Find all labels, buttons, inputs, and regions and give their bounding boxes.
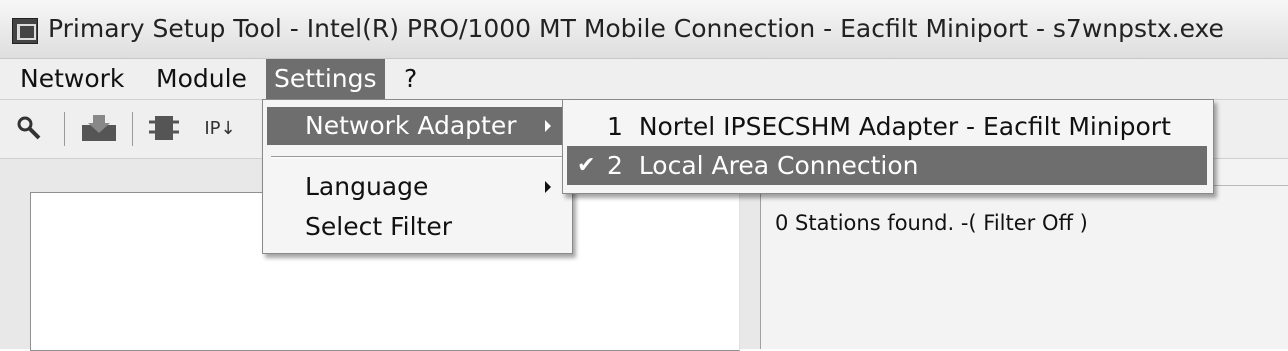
- menu-module[interactable]: Module: [148, 59, 255, 99]
- title-bar: Primary Setup Tool - Intel(R) PRO/1000 M…: [0, 0, 1288, 59]
- menu-network[interactable]: Network: [12, 59, 132, 99]
- adapter-label: Local Area Connection: [638, 151, 919, 180]
- adapter-item-2[interactable]: ✔ 2 Local Area Connection: [567, 146, 1207, 185]
- menu-help[interactable]: ?: [396, 59, 425, 99]
- ip-icon[interactable]: IP↓: [200, 113, 240, 143]
- submenu-arrow-icon: [545, 181, 551, 193]
- menu-settings[interactable]: Settings: [266, 59, 385, 99]
- submenu-arrow-icon: [545, 120, 551, 132]
- search-icon[interactable]: [14, 113, 44, 143]
- menu-item-label: Select Filter: [305, 212, 452, 241]
- menu-item-language[interactable]: Language: [267, 168, 567, 206]
- network-adapter-submenu: 1 Nortel IPSECSHM Adapter - Eacfilt Mini…: [562, 99, 1214, 194]
- module-icon[interactable]: [144, 113, 184, 143]
- menu-item-label: Language: [305, 172, 429, 201]
- menu-item-network-adapter[interactable]: Network Adapter: [267, 107, 567, 145]
- menu-divider: [271, 156, 563, 158]
- status-text: 0 Stations found. -( Filter Off ): [775, 211, 1088, 235]
- menu-bar: Network Module Settings ?: [0, 59, 1288, 100]
- app-icon[interactable]: [12, 18, 38, 44]
- adapter-number: 2: [607, 151, 623, 180]
- adapter-item-1[interactable]: 1 Nortel IPSECSHM Adapter - Eacfilt Mini…: [567, 107, 1207, 146]
- menu-item-label: Network Adapter: [305, 111, 517, 140]
- check-icon: ✔: [577, 153, 596, 178]
- adapter-label: Nortel IPSECSHM Adapter - Eacfilt Minipo…: [638, 112, 1171, 141]
- window-title: Primary Setup Tool - Intel(R) PRO/1000 M…: [48, 14, 1224, 43]
- download-icon[interactable]: [78, 113, 120, 143]
- adapter-number: 1: [607, 112, 623, 141]
- settings-dropdown: Network Adapter Language Select Filter: [262, 99, 573, 254]
- menu-item-select-filter[interactable]: Select Filter: [267, 208, 567, 246]
